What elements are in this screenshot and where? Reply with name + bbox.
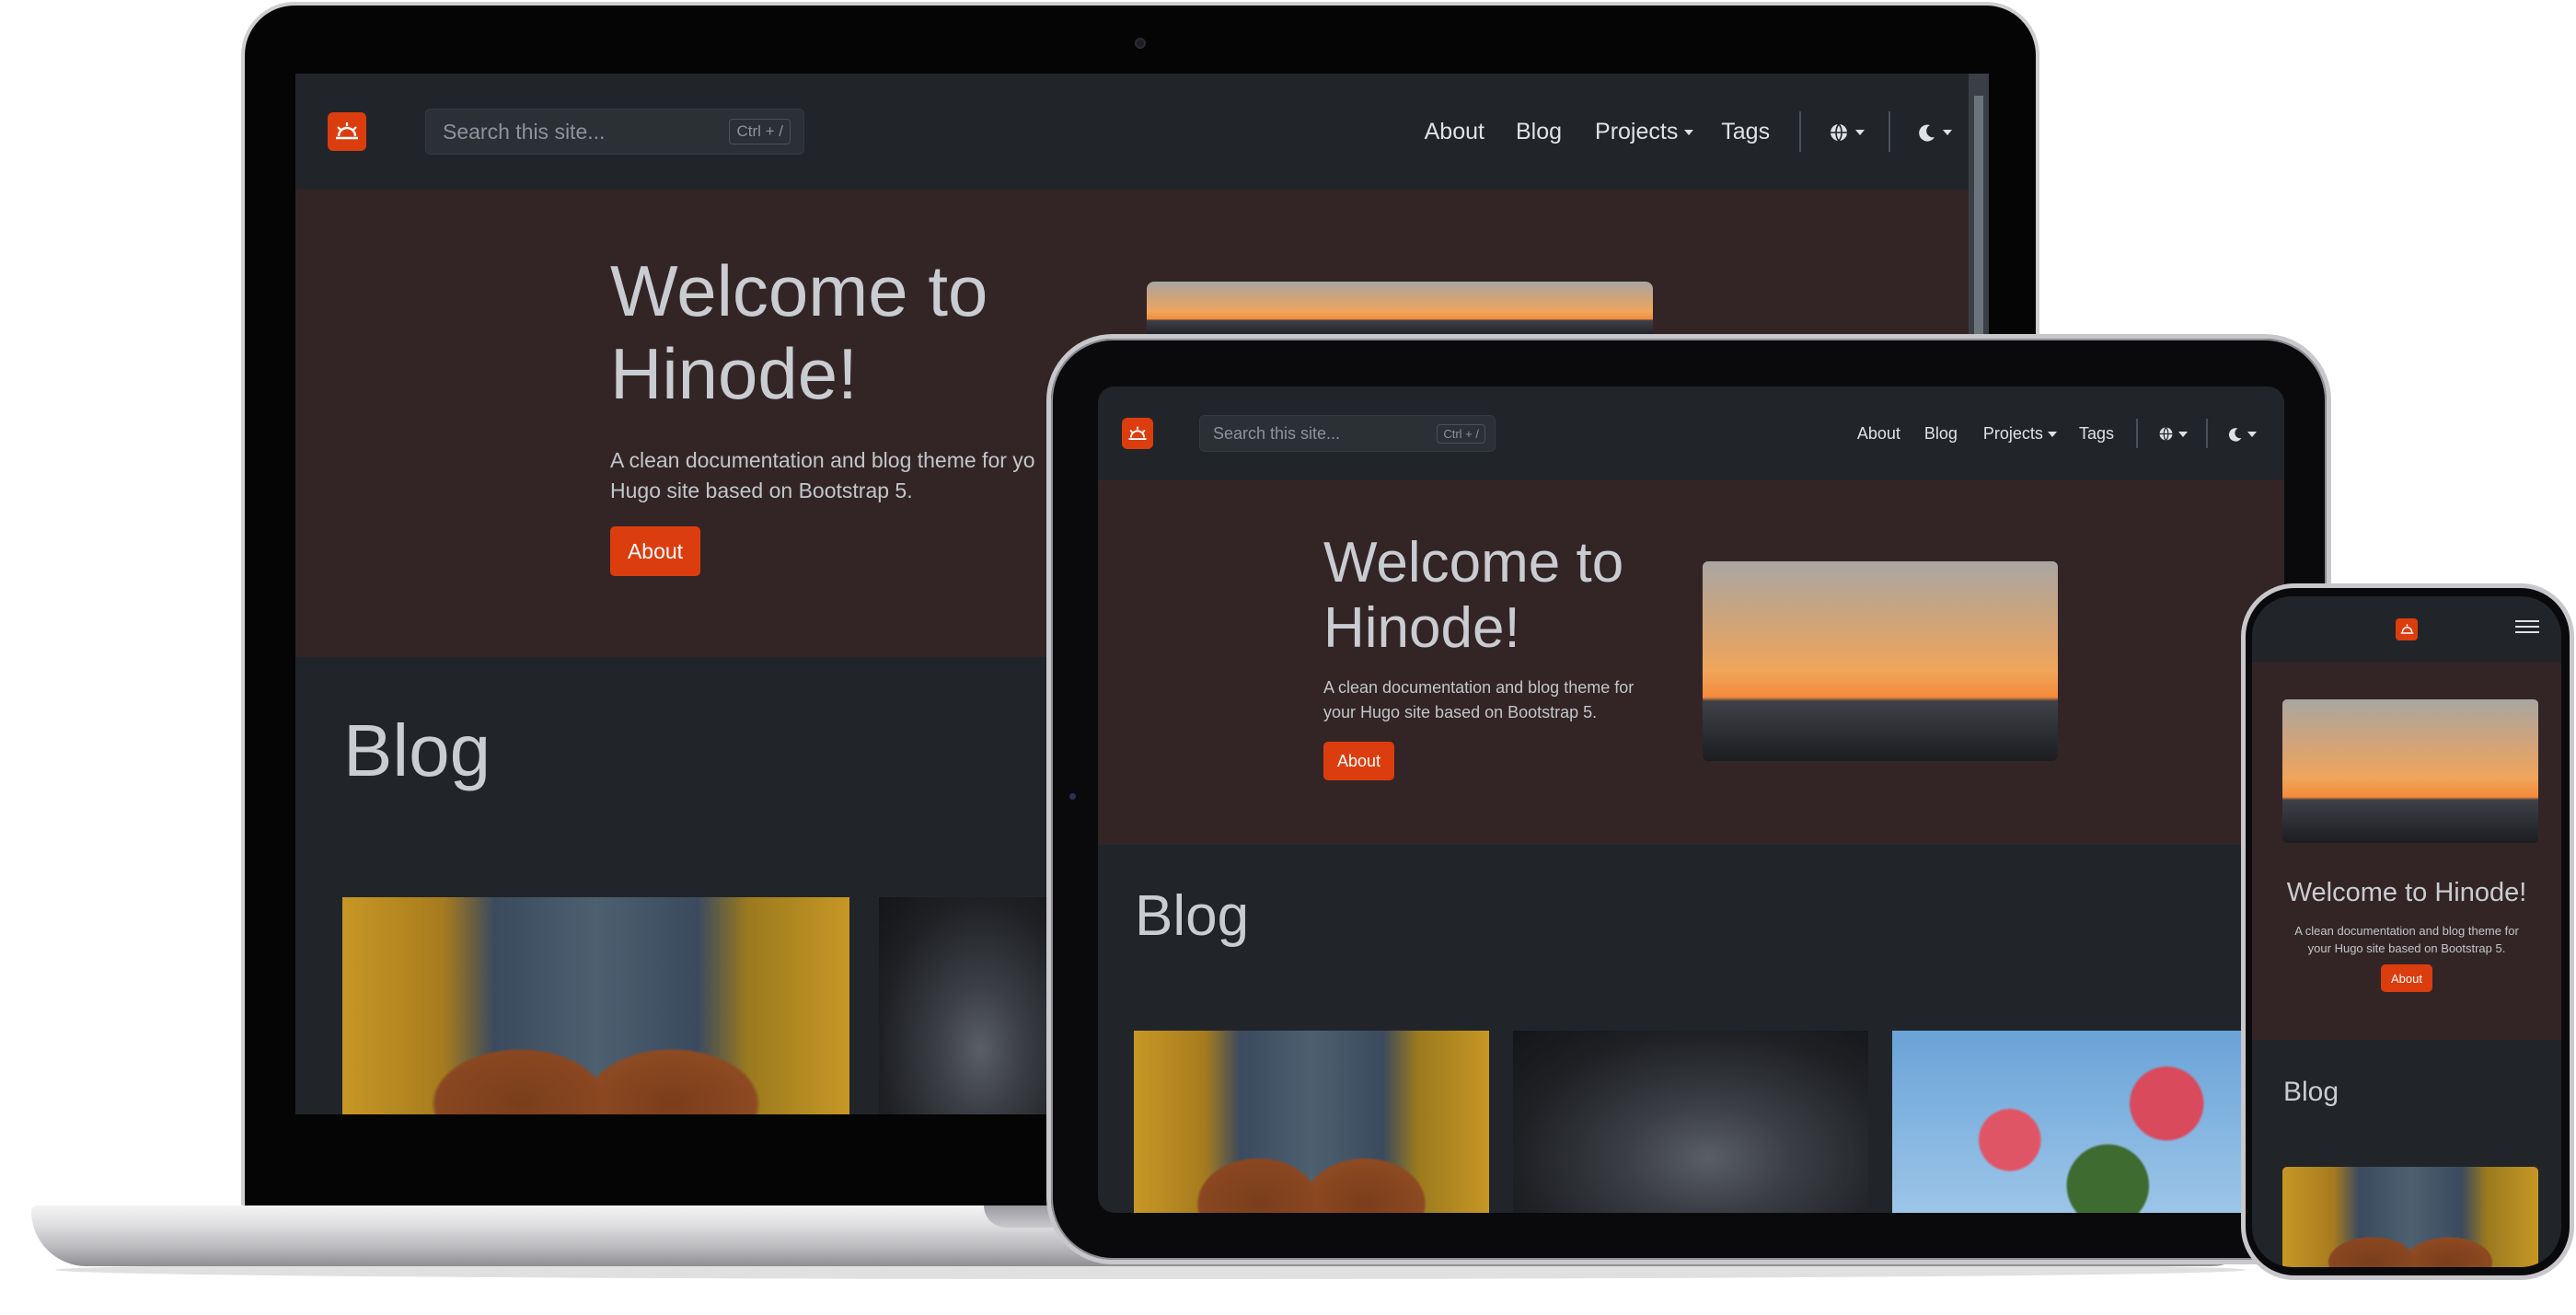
blog-thumbnail-flowers[interactable]: [1892, 1031, 2284, 1213]
hamburger-line: [2515, 620, 2539, 622]
nav-projects-label: Projects: [1595, 118, 1679, 144]
theme-toggle[interactable]: [2228, 424, 2257, 444]
blog-thumbnail-boots[interactable]: [2282, 1167, 2538, 1267]
moon-icon: [1919, 124, 1935, 142]
search-placeholder: Search this site...: [1213, 423, 1341, 443]
globe-icon: [2159, 427, 2173, 442]
sunrise-logo-icon[interactable]: [328, 112, 366, 151]
nav-blog[interactable]: Blog: [1516, 119, 1562, 145]
nav-divider: [1799, 111, 1802, 152]
laptop-nav-links: About Blog Projects Tags: [1425, 111, 1952, 152]
nav-blog[interactable]: Blog: [1924, 424, 1958, 444]
sunrise-logo-icon[interactable]: [1122, 418, 1153, 449]
nav-about[interactable]: About: [1425, 119, 1484, 145]
phone-navbar: [2252, 596, 2561, 663]
phone-site: Welcome to Hinode! A clean documentation…: [2252, 596, 2561, 1267]
chevron-down-icon: [2177, 431, 2188, 437]
sunrise-logo-icon[interactable]: [2396, 618, 2418, 640]
chevron-down-icon: [2047, 431, 2057, 437]
blog-thumbnail-boots[interactable]: [342, 897, 849, 1114]
tablet-navbar: Search this site... Ctrl + / About Blog …: [1098, 386, 2284, 480]
search-input[interactable]: Search this site... Ctrl + /: [1199, 415, 1496, 452]
nav-tags[interactable]: Tags: [2079, 424, 2114, 444]
hero-subtitle-line2: your Hugo site based on Bootstrap 5.: [2307, 941, 2506, 955]
hero-subtitle-line1: A clean documentation and blog theme for…: [610, 448, 1035, 472]
search-shortcut-badge: Ctrl + /: [729, 119, 791, 144]
blog-thumbnail-puzzle[interactable]: [1513, 1031, 1868, 1213]
nav-projects-label: Projects: [1982, 423, 2043, 443]
hero-title: Welcome to Hinode!: [610, 250, 988, 415]
search-placeholder: Search this site...: [443, 119, 606, 144]
hero-title-line1: Welcome to: [610, 250, 988, 331]
about-button[interactable]: About: [1323, 742, 1394, 780]
tablet-site: Search this site... Ctrl + / About Blog …: [1098, 386, 2284, 1213]
hamburger-line: [2515, 631, 2539, 633]
blog-heading: Blog: [2283, 1077, 2339, 1107]
chevron-down-icon: [1855, 129, 1866, 135]
hero-subtitle-line2: Hugo site based on Bootstrap 5.: [610, 479, 913, 502]
tablet-screen: Search this site... Ctrl + / About Blog …: [1098, 386, 2284, 1213]
laptop-navbar: Search this site... Ctrl + / About Blog …: [295, 74, 1989, 190]
hero-subtitle-line2: your Hugo site based on Bootstrap 5.: [1323, 703, 1598, 721]
laptop-camera: [1135, 38, 1146, 49]
hero-image: [1147, 282, 1653, 337]
nav-about[interactable]: About: [1857, 424, 1900, 444]
phone-screen: Welcome to Hinode! A clean documentation…: [2252, 596, 2561, 1267]
blog-heading: Blog: [1135, 884, 1250, 948]
hero-image: [1703, 561, 2058, 761]
tablet-camera: [1069, 793, 1076, 800]
hero-title-line2: Hinode!: [610, 332, 858, 414]
tablet-hero: Welcome to Hinode! A clean documentation…: [1098, 480, 2284, 845]
hero-title: Welcome to Hinode!: [1323, 530, 1623, 662]
nav-divider: [1889, 111, 1891, 152]
blog-thumbnail-puzzle[interactable]: [879, 897, 1063, 1114]
language-dropdown[interactable]: [2158, 424, 2188, 444]
hero-image: [2282, 699, 2538, 843]
blog-heading: Blog: [343, 709, 491, 791]
phone-hero: Welcome to Hinode! A clean documentation…: [2252, 663, 2561, 1040]
theme-toggle[interactable]: [1918, 119, 1952, 145]
globe-icon: [1831, 123, 1848, 142]
tablet-nav-links: About Blog Projects Tags: [1857, 419, 2257, 448]
hero-title-line1: Welcome to: [1323, 531, 1624, 594]
chevron-down-icon: [1943, 129, 1952, 135]
nav-divider: [2135, 419, 2138, 448]
nav-projects[interactable]: Projects: [1983, 424, 2057, 444]
chevron-down-icon: [2247, 431, 2257, 437]
search-shortcut-badge: Ctrl + /: [1437, 423, 1485, 444]
hero-subtitle: A clean documentation and blog theme for…: [1323, 675, 1634, 725]
hero-title: Welcome to Hinode!: [2286, 878, 2527, 907]
nav-tags[interactable]: Tags: [1721, 119, 1770, 145]
about-button[interactable]: About: [610, 526, 700, 576]
search-input[interactable]: Search this site... Ctrl + /: [425, 109, 804, 155]
hero-title-line2: Hinode!: [1323, 596, 1520, 661]
nav-divider: [2205, 419, 2208, 448]
hero-subtitle-line1: A clean documentation and blog theme for: [2294, 924, 2519, 938]
hamburger-menu-icon[interactable]: [2515, 617, 2539, 637]
chevron-down-icon: [1684, 129, 1694, 135]
nav-projects[interactable]: Projects: [1595, 118, 1694, 145]
moon-icon: [2228, 427, 2242, 442]
language-dropdown[interactable]: [1829, 119, 1866, 145]
about-button[interactable]: About: [2381, 964, 2432, 992]
hero-subtitle: A clean documentation and blog theme for…: [2252, 922, 2561, 957]
blog-thumbnail-boots[interactable]: [1134, 1031, 1489, 1213]
hero-subtitle-line1: A clean documentation and blog theme for: [1323, 678, 1635, 697]
about-button-wrap: About: [2252, 964, 2561, 992]
hero-subtitle: A clean documentation and blog theme for…: [610, 445, 1035, 506]
hamburger-line: [2515, 626, 2539, 628]
